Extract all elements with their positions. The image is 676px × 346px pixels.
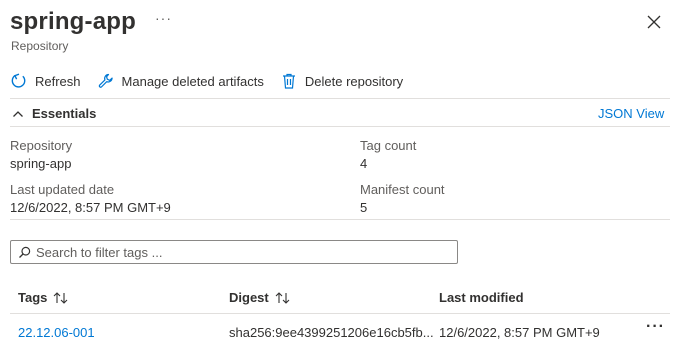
essentials-toggle[interactable]: Essentials <box>12 106 96 121</box>
divider <box>10 313 670 314</box>
tags-header-label: Tags <box>18 290 48 305</box>
close-button[interactable] <box>645 13 663 31</box>
page-title: spring-app <box>10 8 136 35</box>
search-icon <box>19 246 31 258</box>
last-modified-column-header[interactable]: Last modified <box>439 290 524 305</box>
last-modified-header-label: Last modified <box>439 290 524 305</box>
repository-value: spring-app <box>10 156 72 171</box>
chevron-up-icon <box>13 110 23 117</box>
command-bar: Refresh Manage deleted artifacts Delete … <box>10 70 419 92</box>
close-icon <box>647 15 661 29</box>
tag-count-label: Tag count <box>360 138 417 153</box>
repository-label: Repository <box>10 138 73 153</box>
search-box <box>10 240 458 264</box>
manage-deleted-artifacts-label: Manage deleted artifacts <box>121 73 264 89</box>
last-updated-value: 12/6/2022, 8:57 PM GMT+9 <box>10 200 171 215</box>
json-view-link[interactable]: JSON View <box>598 106 664 121</box>
digest-cell: sha256:9ee4399251206e16cb5fb... <box>229 325 434 340</box>
last-modified-cell: 12/6/2022, 8:57 PM GMT+9 <box>439 325 600 340</box>
divider <box>10 219 670 220</box>
manifest-count-value: 5 <box>360 200 368 215</box>
sort-icon[interactable] <box>53 291 69 305</box>
trash-icon <box>282 73 295 89</box>
more-options-button[interactable]: ··· <box>155 10 172 26</box>
delete-repository-label: Delete repository <box>304 73 404 89</box>
refresh-icon <box>11 73 26 88</box>
tags-column-header[interactable]: Tags <box>18 290 69 305</box>
last-updated-label: Last updated date <box>10 182 115 197</box>
row-more-button[interactable]: ··· <box>646 318 665 336</box>
page-subtitle: Repository <box>11 39 69 53</box>
divider <box>10 98 670 99</box>
digest-column-header[interactable]: Digest <box>229 290 291 305</box>
tag-link[interactable]: 22.12.06-001 <box>18 325 95 340</box>
sort-icon[interactable] <box>275 291 291 305</box>
tag-count-value: 4 <box>360 156 368 171</box>
refresh-label: Refresh <box>35 73 81 89</box>
divider <box>10 126 670 127</box>
manage-deleted-artifacts-button[interactable]: Manage deleted artifacts <box>97 72 264 90</box>
search-input[interactable] <box>36 244 436 260</box>
delete-repository-button[interactable]: Delete repository <box>280 72 403 90</box>
wrench-icon <box>98 73 113 88</box>
essentials-label: Essentials <box>32 106 97 121</box>
digest-header-label: Digest <box>229 290 269 305</box>
refresh-button[interactable]: Refresh <box>10 72 81 90</box>
manifest-count-label: Manifest count <box>360 182 445 197</box>
